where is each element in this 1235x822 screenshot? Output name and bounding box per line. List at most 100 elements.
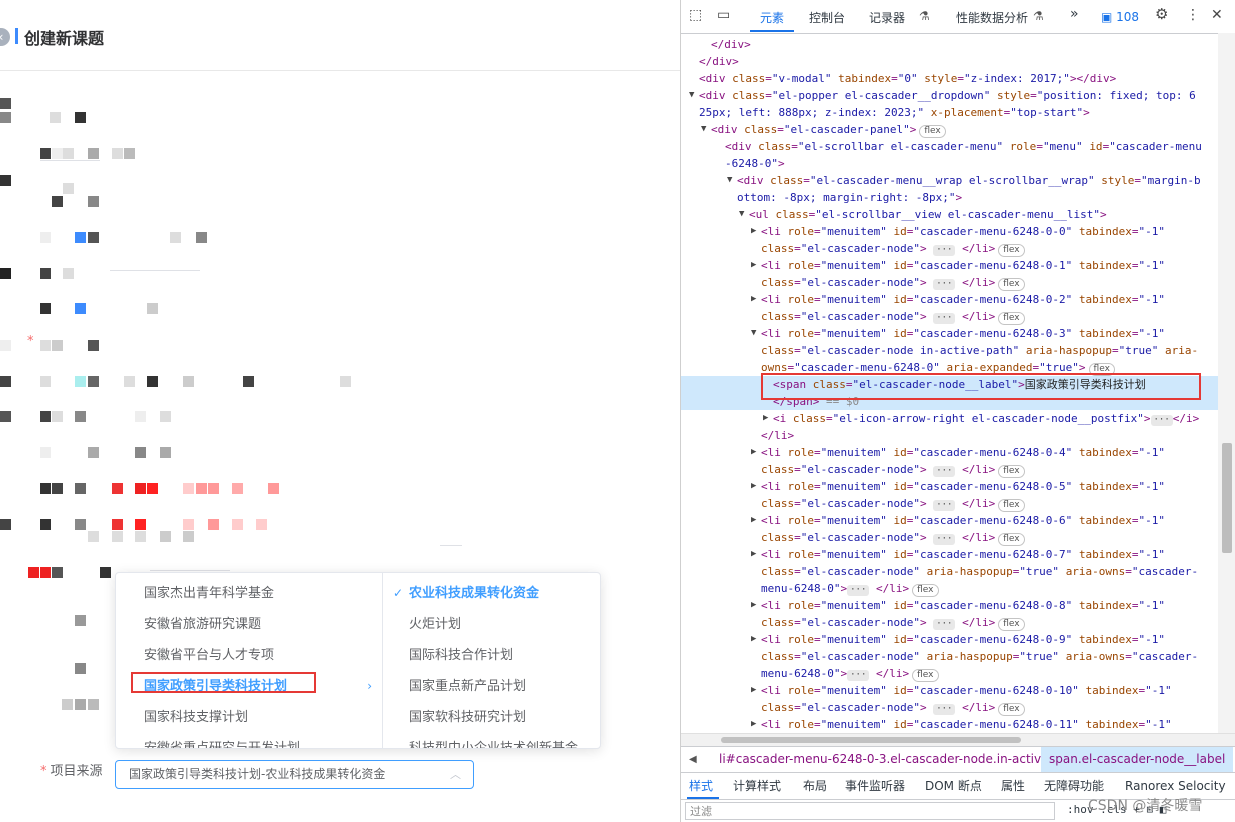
cascader-node[interactable]: 国家重点新产品计划 xyxy=(383,671,600,702)
tab-recorder[interactable]: 记录器 xyxy=(869,9,905,26)
triangle-right-icon[interactable]: ▶ xyxy=(751,291,756,308)
cascader-node[interactable]: 国家软科技研究计划 xyxy=(383,702,600,733)
dom-node[interactable]: ▶ <li role="menuitem" id="cascader-menu-6… xyxy=(681,597,1218,614)
dom-node[interactable]: ▼ <li role="menuitem" id="cascader-menu-6… xyxy=(681,325,1218,342)
dom-node[interactable]: menu-6248-0"> ··· </li> flex xyxy=(681,665,1218,682)
dom-node[interactable]: ▶ <li role="menuitem" id="cascader-menu-6… xyxy=(681,257,1218,274)
cascader-node-label: 农业科技成果转化资金 xyxy=(409,586,540,601)
pixelated-line xyxy=(150,570,230,571)
cascader-node[interactable]: 国际科技合作计划 xyxy=(383,640,600,671)
dom-node[interactable]: ▼ <ul class="el-scrollbar__view el-cascad… xyxy=(681,206,1218,223)
breadcrumb-item-li[interactable]: li#cascader-menu-6248-0-3.el-cascader-no… xyxy=(719,747,1080,772)
dom-node[interactable]: </div> xyxy=(681,36,1218,53)
back-icon[interactable]: ‹ xyxy=(0,28,10,46)
dom-node[interactable]: ▶ <li role="menuitem" id="cascader-menu-6… xyxy=(681,631,1218,648)
dom-node[interactable]: 25px; left: 888px; z-index: 2023;" x-pla… xyxy=(681,104,1218,121)
triangle-right-icon[interactable]: ▶ xyxy=(751,682,756,699)
dom-node[interactable]: class="el-cascader-node" aria-haspopup="… xyxy=(681,648,1218,665)
dom-node[interactable]: ▶ <i class="el-icon-arrow-right el-cascad… xyxy=(681,410,1218,427)
chevron-left-icon[interactable]: ◀ xyxy=(689,747,697,772)
message-icon: ▣ xyxy=(1101,10,1117,24)
dom-node[interactable]: ▼ <div class="el-cascader-menu__wrap el-s… xyxy=(681,172,1218,189)
tab-elements[interactable]: 元素 xyxy=(760,9,784,26)
triangle-right-icon[interactable]: ▶ xyxy=(751,478,756,495)
gear-icon[interactable]: ⚙ xyxy=(1155,5,1168,23)
cascader-node[interactable]: 安徽省旅游研究课题 xyxy=(116,609,382,640)
dom-node[interactable]: class="el-cascader-node"> ··· </li> flex xyxy=(681,240,1218,257)
dom-node[interactable]: ▶ <li role="menuitem" id="cascader-menu-6… xyxy=(681,716,1218,733)
tab-console[interactable]: 控制台 xyxy=(809,9,845,26)
more-tabs-icon[interactable]: » xyxy=(1070,6,1079,22)
cascader-node[interactable]: ✓ 农业科技成果转化资金 xyxy=(383,578,600,609)
dom-node[interactable]: class="el-cascader-node"> ··· </li> flex xyxy=(681,614,1218,631)
dom-node[interactable]: ottom: -8px; margin-right: -8px;"> xyxy=(681,189,1218,206)
dom-node[interactable]: ▶ <li role="menuitem" id="cascader-menu-6… xyxy=(681,444,1218,461)
triangle-down-icon[interactable]: ▼ xyxy=(727,172,732,189)
inspect-element-icon[interactable]: ⬚ xyxy=(689,7,702,23)
dom-node[interactable]: class="el-cascader-node"> ··· </li> flex xyxy=(681,495,1218,512)
issues-badge[interactable]: ▣ 108 xyxy=(1101,10,1139,24)
triangle-down-icon[interactable]: ▼ xyxy=(701,121,706,138)
dom-node[interactable]: <div class="v-modal" tabindex="0" style=… xyxy=(681,70,1218,87)
dom-node[interactable]: class="el-cascader-node"> ··· </li> flex xyxy=(681,274,1218,291)
dom-node[interactable]: ▶ <li role="menuitem" id="cascader-menu-6… xyxy=(681,478,1218,495)
dom-node[interactable]: ▼ <div class="el-popper el-cascader__drop… xyxy=(681,87,1218,104)
tab-performance[interactable]: 性能数据分析 xyxy=(956,9,1028,26)
cascader-node[interactable]: 国家杰出青年科学基金 xyxy=(116,578,382,609)
cascader-node[interactable]: 火炬计划 xyxy=(383,609,600,640)
cascader-node[interactable]: 安徽省重点研究与开发计划 xyxy=(116,733,382,748)
dom-node[interactable]: ▶ <li role="menuitem" id="cascader-menu-6… xyxy=(681,291,1218,308)
source-cascader-input[interactable]: 国家政策引导类科技计划-农业科技成果转化资金 ︿ xyxy=(115,760,474,789)
close-icon[interactable]: ✕ xyxy=(1211,7,1223,23)
dom-node[interactable]: class="el-cascader-node" aria-haspopup="… xyxy=(681,563,1218,580)
breadcrumb-item-span[interactable]: span.el-cascader-node__label xyxy=(1041,747,1234,772)
pixelated-block xyxy=(63,148,74,159)
dom-node[interactable]: ▼ <div class="el-cascader-panel"> flex xyxy=(681,121,1218,138)
styles-tab[interactable]: 样式 xyxy=(689,773,713,799)
dom-node[interactable]: ▶ <li role="menuitem" id="cascader-menu-6… xyxy=(681,546,1218,563)
triangle-down-icon[interactable]: ▼ xyxy=(689,87,694,104)
triangle-down-icon[interactable]: ▼ xyxy=(751,325,756,342)
cascader-node[interactable]: 国家科技支撑计划 xyxy=(116,702,382,733)
dom-node[interactable]: class="el-cascader-node in-active-path" … xyxy=(681,342,1218,359)
triangle-right-icon[interactable]: ▶ xyxy=(751,546,756,563)
horizontal-scrollbar[interactable] xyxy=(681,733,1235,746)
dom-tree-scrollbar[interactable] xyxy=(1218,33,1235,733)
triangle-right-icon[interactable]: ▶ xyxy=(751,257,756,274)
scrollbar-thumb[interactable] xyxy=(1222,443,1232,553)
styles-tab[interactable]: 布局 xyxy=(803,773,827,799)
triangle-right-icon[interactable]: ▶ xyxy=(751,631,756,648)
dom-node[interactable]: class="el-cascader-node"> ··· </li> flex xyxy=(681,529,1218,546)
chevron-up-icon[interactable]: ︿ xyxy=(450,761,461,788)
styles-tab[interactable]: 事件监听器 xyxy=(845,773,905,799)
pixelated-block xyxy=(40,376,51,387)
cascader-node[interactable]: 安徽省平台与人才专项 xyxy=(116,640,382,671)
styles-tab[interactable]: 属性 xyxy=(1001,773,1025,799)
horizontal-scrollbar-thumb[interactable] xyxy=(721,737,1021,743)
pixelated-block xyxy=(52,483,63,494)
dom-node[interactable]: </li> xyxy=(681,427,1218,444)
dom-node[interactable]: class="el-cascader-node"> ··· </li> flex xyxy=(681,308,1218,325)
dom-node[interactable]: class="el-cascader-node"> ··· </li> flex xyxy=(681,699,1218,716)
dom-node[interactable]: </div> xyxy=(681,53,1218,70)
triangle-right-icon[interactable]: ▶ xyxy=(751,597,756,614)
dom-node[interactable]: -6248-0"> xyxy=(681,155,1218,172)
styles-filter-input[interactable]: 过滤 xyxy=(685,802,1055,820)
triangle-right-icon[interactable]: ▶ xyxy=(763,410,768,427)
dom-node[interactable]: ▶ <li role="menuitem" id="cascader-menu-6… xyxy=(681,223,1218,240)
dom-node[interactable]: ▶ <li role="menuitem" id="cascader-menu-6… xyxy=(681,512,1218,529)
triangle-down-icon[interactable]: ▼ xyxy=(739,206,744,223)
triangle-right-icon[interactable]: ▶ xyxy=(751,444,756,461)
dom-node[interactable]: ▶ <li role="menuitem" id="cascader-menu-6… xyxy=(681,682,1218,699)
styles-tab[interactable]: DOM 断点 xyxy=(925,773,982,799)
dom-node[interactable]: class="el-cascader-node"> ··· </li> flex xyxy=(681,461,1218,478)
styles-tab[interactable]: 计算样式 xyxy=(733,773,781,799)
kebab-menu-icon[interactable]: ⋮ xyxy=(1186,7,1200,23)
triangle-right-icon[interactable]: ▶ xyxy=(751,716,756,733)
cascader-node[interactable]: 科技型中小企业技术创新基金 xyxy=(383,733,600,748)
dom-node[interactable]: <div class="el-scrollbar el-cascader-men… xyxy=(681,138,1218,155)
device-toolbar-icon[interactable]: ▭ xyxy=(717,7,730,23)
triangle-right-icon[interactable]: ▶ xyxy=(751,512,756,529)
dom-node[interactable]: menu-6248-0"> ··· </li> flex xyxy=(681,580,1218,597)
triangle-right-icon[interactable]: ▶ xyxy=(751,223,756,240)
